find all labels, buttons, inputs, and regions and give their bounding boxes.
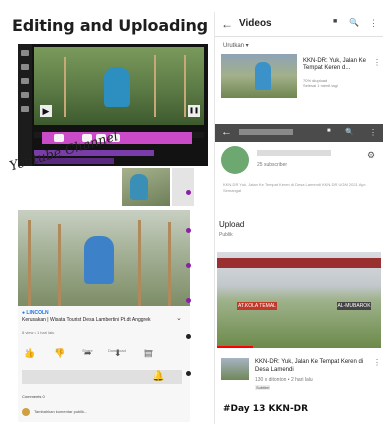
subscriber-count: 25 subscriber	[257, 162, 288, 168]
bamboo-pole	[28, 220, 31, 306]
play-icon[interactable]: ▶	[40, 105, 52, 117]
cast-icon[interactable]: ■	[327, 128, 331, 134]
bamboo-pole	[168, 222, 171, 306]
youtube-watch-card: ● LINCOLN Kerusakan | Wisata Tourist Des…	[18, 210, 190, 422]
field-sign: AL-MUBAROK	[337, 302, 371, 310]
person-figure	[130, 174, 148, 200]
like-count: 0	[26, 348, 29, 353]
fence-post	[64, 57, 66, 117]
bullet-dot	[186, 228, 191, 233]
share-label: Share	[82, 348, 93, 353]
cast-icon[interactable]: ■	[333, 18, 337, 25]
search-icon[interactable]: 🔍	[349, 18, 359, 27]
mini-panel	[172, 168, 194, 206]
editor-sidebar	[18, 44, 32, 166]
more-icon[interactable]: ⋮	[373, 58, 381, 67]
view-count: 130 x ditonton • 2 hari lalu	[255, 377, 313, 383]
page-title: Videos	[239, 18, 272, 29]
person-figure	[84, 236, 114, 284]
app-header: ← Videos ■ 🔍 ⋮	[215, 12, 383, 37]
more-icon[interactable]: ⋮	[369, 128, 377, 137]
video-title[interactable]: KKN-DR: Yuk, Jalan Ke Tempat Keren d...	[303, 58, 373, 72]
fence-post	[184, 55, 186, 117]
video-title: Kerusakan | Wisata Tourist Desa Lamberti…	[22, 317, 151, 323]
upload-status: 70% diupload Selesai 1 menit lagi	[303, 78, 338, 88]
chevron-down-icon[interactable]: ⌄	[176, 314, 182, 322]
video-thumbnail[interactable]	[221, 54, 297, 98]
bullet-dot	[186, 190, 191, 195]
channel-toolbar: ← ■ 🔍 ⋮	[215, 124, 383, 142]
section-title-upload: Upload	[219, 220, 245, 229]
editor-tool-icon[interactable]	[21, 50, 29, 56]
visibility-label: Publik	[219, 232, 233, 238]
save-label: Save	[144, 348, 154, 353]
comment-input[interactable]: Tambahkan komentar publik...	[34, 409, 87, 414]
editor-tool-icon[interactable]	[21, 64, 29, 70]
bell-icon[interactable]: 🔔	[152, 371, 164, 382]
video-player[interactable]	[18, 210, 190, 306]
bullet-dot	[186, 298, 191, 303]
video-title[interactable]: KKN-DR: Yuk, Jalan Ke Tempat Keren di De…	[255, 358, 365, 374]
channel-description: KKN-DR Yuk, Jalan Ke Tempat Keren di Des…	[223, 182, 366, 193]
editor-tool-icon[interactable]	[21, 78, 29, 84]
bullet-dot	[186, 263, 191, 268]
fence-post	[154, 55, 156, 117]
bullet-dot	[186, 371, 191, 376]
channel-name[interactable]: ● LINCOLN	[22, 310, 49, 316]
mini-thumbnail	[122, 168, 170, 206]
video-player[interactable]: AT.KOLA TEMAL AL-MUBAROK	[217, 252, 381, 348]
dislike-count: 0	[56, 348, 59, 353]
video-thumbnail[interactable]	[221, 358, 249, 380]
editor-tool-icon[interactable]	[21, 92, 29, 98]
clip-thumbnail	[54, 134, 64, 142]
day-caption: #Day 13 KKN-DR	[223, 404, 309, 414]
bullet-dot	[186, 334, 191, 339]
video-progress-bar[interactable]	[217, 346, 254, 348]
channel-avatar[interactable]	[221, 146, 249, 174]
editor-preview: ▶ ❚❚	[34, 47, 204, 125]
editor-timeline[interactable]	[34, 132, 204, 144]
person-figure	[255, 62, 271, 90]
bamboo-pole	[138, 220, 141, 306]
more-icon[interactable]: ⋮	[373, 358, 381, 367]
channel-name-redacted	[257, 150, 331, 156]
search-icon[interactable]: 🔍	[345, 128, 354, 136]
youtube-videos-app: ← Videos ■ 🔍 ⋮ Urutkan ▾ KKN-DR: Yuk, Ja…	[214, 12, 383, 424]
subtitle-badge: Subtitel	[255, 385, 271, 390]
channel-title-redacted	[239, 129, 293, 135]
more-icon[interactable]: ⋮	[369, 18, 378, 29]
field-banner: AT.KOLA TEMAL	[237, 302, 277, 310]
editor-tool-icon[interactable]	[21, 106, 29, 112]
avatar	[22, 408, 30, 416]
download-label: Download	[108, 348, 126, 353]
back-arrow-icon[interactable]: ←	[221, 17, 233, 31]
person-figure	[104, 67, 130, 107]
banner-strip	[217, 258, 381, 268]
comments-header[interactable]: Comments 0	[22, 394, 45, 399]
pause-icon[interactable]: ❚❚	[188, 105, 200, 117]
sort-dropdown[interactable]: Urutkan ▾	[223, 42, 249, 49]
bamboo-pole	[58, 224, 61, 306]
back-arrow-icon[interactable]: ←	[221, 126, 232, 138]
settings-icon[interactable]: ⚙	[367, 150, 375, 161]
view-count: 8 view • 1 hari lalu	[22, 330, 55, 335]
